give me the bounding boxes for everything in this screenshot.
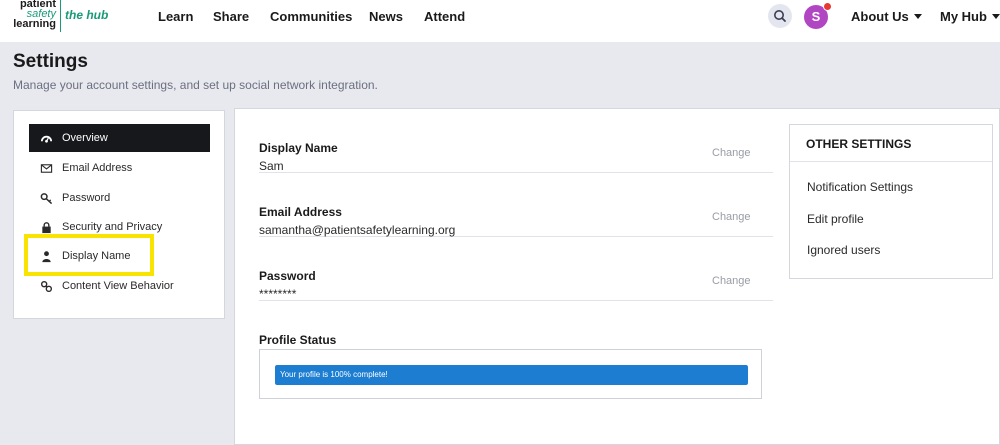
- page-subtitle: Manage your account settings, and set up…: [13, 78, 378, 92]
- sidebar-item-label: Email Address: [62, 162, 133, 174]
- logo-line-3: learning: [13, 18, 56, 30]
- field-label: Password: [259, 269, 316, 283]
- chevron-down-icon: [991, 14, 1000, 19]
- field-value: samantha@patientsafetylearning.org: [259, 223, 456, 237]
- ignored-users-link[interactable]: Ignored users: [807, 243, 880, 257]
- nav-learn[interactable]: Learn: [158, 9, 193, 24]
- logo-divider: [60, 0, 61, 32]
- password-field: Password ******** Change: [259, 237, 773, 301]
- about-us-label: About Us: [851, 9, 909, 24]
- sidebar-item-label: Password: [62, 192, 111, 204]
- search-button[interactable]: [768, 4, 792, 28]
- email-field: Email Address samantha@patientsafetylear…: [259, 173, 773, 237]
- nav-attend[interactable]: Attend: [424, 9, 465, 24]
- notification-settings-link[interactable]: Notification Settings: [807, 180, 913, 194]
- field-label: Display Name: [259, 141, 338, 155]
- top-navbar: patient safety learning the hub Learn Sh…: [0, 0, 1000, 42]
- profile-status-box: Your profile is 100% complete!: [259, 349, 762, 399]
- key-icon: [40, 193, 53, 205]
- page-title: Settings: [13, 51, 88, 72]
- about-us-menu[interactable]: About Us: [851, 9, 922, 24]
- change-password-button[interactable]: Change: [712, 275, 751, 287]
- divider: [790, 161, 992, 162]
- display-name-field: Display Name Sam Change: [259, 109, 773, 173]
- sidebar-item-content-view[interactable]: Content View Behavior: [29, 272, 210, 300]
- settings-sidebar: Overview Email Address Password Security…: [13, 110, 225, 319]
- nav-share[interactable]: Share: [213, 9, 249, 24]
- sidebar-item-email[interactable]: Email Address: [29, 154, 210, 182]
- envelope-icon: [40, 164, 53, 173]
- link-icon: [40, 280, 53, 293]
- sidebar-item-label: Security and Privacy: [62, 221, 163, 233]
- my-hub-label: My Hub: [940, 9, 987, 24]
- profile-progress-text: Your profile is 100% complete!: [280, 370, 388, 379]
- nav-communities[interactable]: Communities: [270, 9, 352, 24]
- other-settings-title: OTHER SETTINGS: [806, 137, 912, 151]
- profile-status-label: Profile Status: [259, 333, 337, 347]
- lock-icon: [42, 222, 51, 234]
- sidebar-item-label: Overview: [62, 132, 108, 144]
- chevron-down-icon: [913, 14, 922, 19]
- change-display-name-button[interactable]: Change: [712, 147, 751, 159]
- other-settings-card: OTHER SETTINGS Notification Settings Edi…: [789, 124, 993, 279]
- notification-badge: [823, 2, 832, 11]
- profile-progress-bar: Your profile is 100% complete!: [275, 365, 748, 385]
- sidebar-item-label: Content View Behavior: [62, 280, 174, 292]
- change-email-button[interactable]: Change: [712, 211, 751, 223]
- nav-news[interactable]: News: [369, 9, 403, 24]
- logo-tagline: the hub: [65, 8, 109, 22]
- field-value: Sam: [259, 159, 284, 173]
- sidebar-item-password[interactable]: Password: [29, 184, 210, 212]
- field-value: ********: [259, 287, 297, 301]
- my-hub-menu[interactable]: My Hub: [940, 9, 1000, 24]
- search-icon: [774, 10, 786, 22]
- edit-profile-link[interactable]: Edit profile: [807, 212, 864, 226]
- field-label: Email Address: [259, 205, 342, 219]
- highlight-box: [24, 234, 154, 276]
- logo-wordmark: patient safety learning: [10, 0, 56, 30]
- sidebar-item-overview[interactable]: Overview: [29, 124, 210, 152]
- dashboard-icon: [40, 135, 53, 143]
